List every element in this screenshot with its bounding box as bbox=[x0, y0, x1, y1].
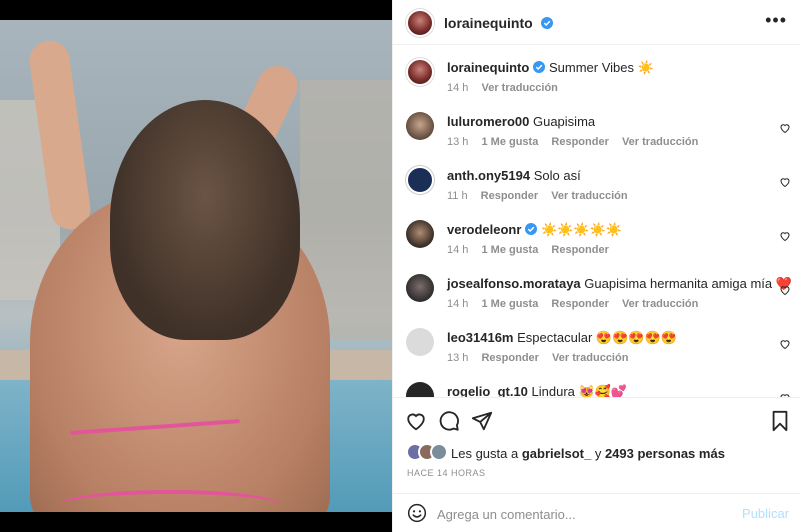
comment-like-heart-icon[interactable] bbox=[779, 122, 791, 134]
bookmark-icon[interactable] bbox=[769, 410, 791, 432]
comment-line: josealfonso.morataya Guapisima hermanita… bbox=[447, 276, 792, 292]
photo-hair bbox=[110, 100, 300, 340]
heart-icon[interactable] bbox=[405, 410, 427, 432]
comment-translate-link[interactable]: Ver traducción bbox=[551, 190, 627, 202]
comment-icon[interactable] bbox=[438, 410, 460, 432]
comment-avatar[interactable] bbox=[406, 274, 434, 302]
comment-text: Guapisima hermanita amiga mía ❤️ bbox=[584, 276, 792, 291]
comment-likes[interactable]: 1 Me gusta bbox=[481, 244, 538, 256]
comment-line: leo31416m Espectacular 😍😍😍😍😍 bbox=[447, 330, 677, 346]
likes-conjunction: y bbox=[594, 446, 602, 461]
comment-like-heart-icon[interactable] bbox=[779, 338, 791, 350]
caption-username[interactable]: lorainequinto bbox=[447, 60, 529, 75]
comment-item: josealfonso.morataya Guapisima hermanita… bbox=[393, 261, 800, 315]
comment-item: rogelio_gt.10 Lindura 😻🥰💕 bbox=[393, 369, 800, 397]
comment-item: leo31416m Espectacular 😍😍😍😍😍 13 h Respon… bbox=[393, 315, 800, 369]
comment-line: luluromero00 Guapisima bbox=[447, 114, 595, 129]
comment-avatar[interactable] bbox=[406, 382, 434, 397]
caption-avatar[interactable] bbox=[406, 58, 434, 86]
comment-line: verodeleonr ☀️☀️☀️☀️☀️ bbox=[447, 222, 622, 238]
comment-meta: 13 h Responder Ver traducción bbox=[447, 352, 638, 364]
post-time-ago[interactable]: HACE 14 HORAS bbox=[407, 468, 486, 478]
post-media bbox=[0, 0, 392, 532]
comment-translate-link[interactable]: Ver traducción bbox=[622, 298, 698, 310]
comment-avatar[interactable] bbox=[406, 166, 434, 194]
comment-reply-button[interactable]: Responder bbox=[551, 244, 608, 256]
owner-avatar[interactable] bbox=[406, 9, 434, 37]
comment-username[interactable]: josealfonso.morataya bbox=[447, 276, 581, 291]
comment-username[interactable]: rogelio_gt.10 bbox=[447, 384, 528, 397]
more-options-icon[interactable]: ••• bbox=[765, 10, 787, 31]
comment-item: luluromero00 Guapisima 13 h 1 Me gusta R… bbox=[393, 99, 800, 153]
comment-meta: 13 h 1 Me gusta Responder Ver traducción bbox=[447, 136, 708, 148]
liked-by-avatar bbox=[430, 443, 448, 461]
comment-avatar[interactable] bbox=[406, 220, 434, 248]
comment-translate-link[interactable]: Ver traducción bbox=[552, 352, 628, 364]
owner-username[interactable]: lorainequinto bbox=[444, 15, 553, 31]
publish-button[interactable]: Publicar bbox=[742, 506, 789, 521]
likes-prefix: Les gusta a bbox=[451, 446, 519, 461]
comment-translate-link[interactable]: Ver traducción bbox=[622, 136, 698, 148]
comment-reply-button[interactable]: Responder bbox=[551, 136, 608, 148]
caption-translate-link[interactable]: Ver traducción bbox=[481, 82, 557, 94]
comment-time[interactable]: 11 h bbox=[447, 190, 468, 202]
share-icon[interactable] bbox=[471, 410, 493, 432]
comment-text: ☀️☀️☀️☀️☀️ bbox=[541, 222, 622, 237]
likes-first-user[interactable]: gabrielsot_ bbox=[522, 446, 591, 461]
comment-time[interactable]: 13 h bbox=[447, 352, 468, 364]
photo-bottom bbox=[60, 490, 280, 512]
comment-text: Guapisima bbox=[532, 114, 596, 129]
comment-likes[interactable]: 1 Me gusta bbox=[481, 136, 538, 148]
comment-time[interactable]: 14 h bbox=[447, 298, 468, 310]
comment-avatar[interactable] bbox=[406, 328, 434, 356]
caption-text: Summer Vibes ☀️ bbox=[548, 60, 654, 75]
post-photo[interactable] bbox=[0, 20, 392, 512]
comment-line: anth.ony5194 Solo así bbox=[447, 168, 581, 183]
comment-like-heart-icon[interactable] bbox=[779, 284, 791, 296]
comment-username[interactable]: luluromero00 bbox=[447, 114, 529, 129]
comment-reply-button[interactable]: Responder bbox=[551, 298, 608, 310]
post-header: lorainequinto ••• bbox=[393, 0, 800, 45]
comment-composer: Publicar bbox=[393, 493, 800, 532]
caption-line: lorainequinto Summer Vibes ☀️ bbox=[447, 60, 654, 76]
comment-reply-button[interactable]: Responder bbox=[481, 190, 538, 202]
comment-text: Solo así bbox=[533, 168, 581, 183]
comment-line: rogelio_gt.10 Lindura 😻🥰💕 bbox=[447, 384, 627, 397]
likes-others-link[interactable]: 2493 personas más bbox=[605, 446, 725, 461]
comment-time[interactable]: 13 h bbox=[447, 136, 468, 148]
owner-username-text: lorainequinto bbox=[444, 15, 533, 31]
comment-text: Lindura 😻🥰💕 bbox=[531, 384, 628, 397]
comment-item: verodeleonr ☀️☀️☀️☀️☀️ 14 h 1 Me gusta R… bbox=[393, 207, 800, 261]
caption: lorainequinto Summer Vibes ☀️ 14 h Ver t… bbox=[393, 45, 800, 99]
verified-badge-icon bbox=[540, 17, 553, 29]
caption-time[interactable]: 14 h bbox=[447, 82, 468, 94]
comment-meta: 14 h 1 Me gusta Responder bbox=[447, 244, 619, 256]
post-panel: lorainequinto ••• lorainequinto Summer V… bbox=[392, 0, 800, 532]
comment-input[interactable] bbox=[437, 506, 737, 522]
comment-like-heart-icon[interactable] bbox=[779, 176, 791, 188]
comments-list[interactable]: lorainequinto Summer Vibes ☀️ 14 h Ver t… bbox=[393, 45, 800, 397]
comment-like-heart-icon[interactable] bbox=[779, 230, 791, 242]
comment-reply-button[interactable]: Responder bbox=[481, 352, 538, 364]
comment-likes[interactable]: 1 Me gusta bbox=[481, 298, 538, 310]
comment-meta: 11 h Responder Ver traducción bbox=[447, 190, 638, 202]
comment-item: anth.ony5194 Solo así 11 h Responder Ver… bbox=[393, 153, 800, 207]
comment-username[interactable]: verodeleonr bbox=[447, 222, 521, 237]
verified-badge-icon bbox=[533, 61, 546, 73]
comment-avatar[interactable] bbox=[406, 112, 434, 140]
comment-time[interactable]: 14 h bbox=[447, 244, 468, 256]
likes-summary: Les gusta a gabrielsot_ y 2493 personas … bbox=[451, 446, 725, 461]
comment-username[interactable]: anth.ony5194 bbox=[447, 168, 530, 183]
verified-badge-icon bbox=[525, 223, 538, 235]
caption-meta: 14 h Ver traducción bbox=[447, 82, 568, 94]
emoji-icon[interactable] bbox=[407, 503, 427, 523]
comment-text: Espectacular 😍😍😍😍😍 bbox=[517, 330, 677, 345]
comment-username[interactable]: leo31416m bbox=[447, 330, 514, 345]
comment-meta: 14 h 1 Me gusta Responder Ver traducción bbox=[447, 298, 708, 310]
